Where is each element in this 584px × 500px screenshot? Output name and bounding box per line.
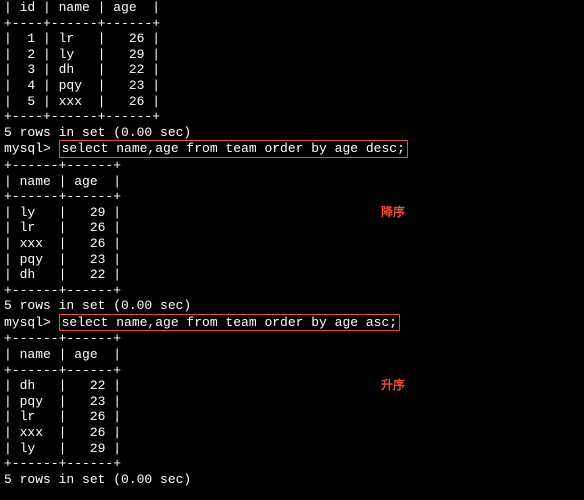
table2-header: | name | age | [4, 174, 580, 190]
table2-footer: 5 rows in set (0.00 sec) [4, 298, 580, 314]
table3-row: | ly | 29 | [4, 441, 580, 457]
table3-sep: +------+------+ [4, 363, 580, 379]
terminal-output: | id | name | age | +----+------+------+… [0, 0, 584, 487]
table2-row: | lr | 26 | [4, 220, 580, 236]
table1-row: | 1 | lr | 26 | [4, 31, 580, 47]
table1-row: | 3 | dh | 22 | [4, 62, 580, 78]
table1-header: | id | name | age | [4, 0, 580, 16]
mysql-prompt: mysql> [4, 141, 59, 157]
table3-row: | dh | 22 | [4, 378, 121, 394]
annotation-asc: 升序 [381, 378, 405, 394]
table2-row: | ly | 29 | [4, 205, 121, 221]
table2-sep: +------+------+ [4, 158, 580, 174]
table3-sep: +------+------+ [4, 331, 580, 347]
table2-row: | dh | 22 | [4, 267, 580, 283]
table2-row: | pqy | 23 | [4, 252, 580, 268]
table3-row: | lr | 26 | [4, 409, 580, 425]
table1-sep: +----+------+------+ [4, 109, 580, 125]
table1-footer: 5 rows in set (0.00 sec) [4, 125, 580, 141]
table3-row: | pqy | 23 | [4, 394, 580, 410]
table3-footer: 5 rows in set (0.00 sec) [4, 472, 580, 488]
table1-row: | 4 | pqy | 23 | [4, 78, 580, 94]
mysql-prompt: mysql> [4, 315, 59, 331]
table1-row: | 2 | ly | 29 | [4, 47, 580, 63]
table2-row: | xxx | 26 | [4, 236, 580, 252]
annotation-desc: 降序 [381, 205, 405, 221]
table1-sep: +----+------+------+ [4, 16, 580, 32]
table1-row: | 5 | xxx | 26 | [4, 94, 580, 110]
table3-sep: +------+------+ [4, 456, 580, 472]
table2-sep: +------+------+ [4, 283, 580, 299]
sql-query-asc: select name,age from team order by age a… [59, 314, 400, 332]
table3-header: | name | age | [4, 347, 580, 363]
sql-query-desc: select name,age from team order by age d… [59, 140, 408, 158]
table2-sep: +------+------+ [4, 189, 580, 205]
table3-row: | xxx | 26 | [4, 425, 580, 441]
